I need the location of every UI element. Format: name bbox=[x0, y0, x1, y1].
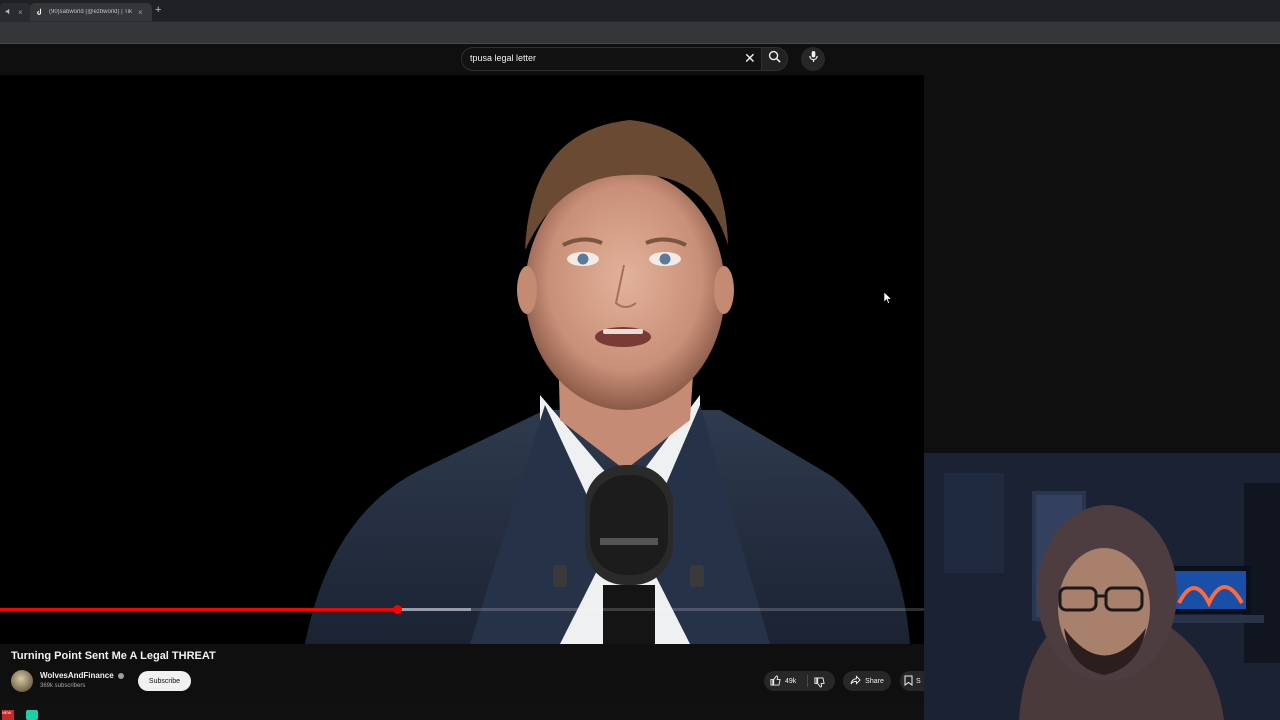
verified-icon bbox=[118, 673, 124, 679]
search-icon bbox=[768, 50, 781, 68]
tiktok-icon bbox=[37, 8, 44, 17]
browser-toolbar bbox=[0, 21, 1280, 44]
mic-icon bbox=[808, 50, 819, 68]
search-box[interactable]: tpusa legal letter ✕ bbox=[461, 47, 762, 71]
save-button[interactable]: S bbox=[900, 671, 924, 691]
dislike-icon bbox=[814, 675, 825, 692]
tab-title: (90)sabworld (@ezbworld) | TikTok bbox=[49, 9, 133, 15]
like-button[interactable]: 49k bbox=[770, 675, 796, 688]
share-button[interactable]: Share bbox=[843, 671, 891, 691]
like-icon bbox=[770, 675, 781, 688]
save-label: S bbox=[916, 677, 921, 685]
subscribe-button[interactable]: Subscribe bbox=[138, 671, 191, 691]
progress-scrubber[interactable] bbox=[393, 605, 402, 614]
progress-played bbox=[0, 608, 397, 611]
browser-tab-bar: × (90)sabworld (@ezbworld) | TikTok × + bbox=[0, 0, 1280, 21]
share-icon bbox=[850, 675, 861, 687]
voice-search-button[interactable] bbox=[801, 47, 825, 71]
search-button[interactable] bbox=[762, 47, 788, 71]
browser-tab-tiktok[interactable]: (90)sabworld (@ezbworld) | TikTok × bbox=[30, 3, 152, 21]
webcam-frame bbox=[924, 453, 1280, 720]
avatar[interactable] bbox=[11, 670, 33, 692]
video-title: Turning Point Sent Me A Legal THREAT bbox=[11, 650, 216, 662]
close-tab-icon[interactable]: × bbox=[138, 8, 143, 17]
video-player[interactable] bbox=[0, 75, 924, 644]
dislike-button[interactable] bbox=[814, 675, 825, 693]
tray-app-icon-2[interactable] bbox=[26, 710, 38, 720]
webcam-overlay bbox=[924, 453, 1280, 720]
divider bbox=[807, 675, 808, 687]
tray-app-icon[interactable]: NEW bbox=[2, 710, 14, 720]
browser-tab-audio[interactable]: × bbox=[0, 3, 30, 21]
speaker-icon bbox=[5, 8, 12, 17]
video-frame bbox=[305, 120, 910, 644]
new-tab-button[interactable]: + bbox=[155, 4, 161, 16]
cursor-icon bbox=[883, 291, 893, 309]
like-count: 49k bbox=[785, 678, 797, 685]
like-dislike-group: 49k bbox=[764, 671, 835, 691]
subscriber-count: 369k subscribers bbox=[40, 683, 86, 689]
save-icon bbox=[904, 675, 913, 688]
close-tab-icon[interactable]: × bbox=[18, 8, 23, 17]
search-input[interactable]: tpusa legal letter bbox=[470, 53, 536, 63]
share-label: Share bbox=[865, 677, 884, 685]
channel-name[interactable]: WolvesAndFinance bbox=[40, 671, 114, 680]
close-icon[interactable]: ✕ bbox=[744, 50, 756, 67]
